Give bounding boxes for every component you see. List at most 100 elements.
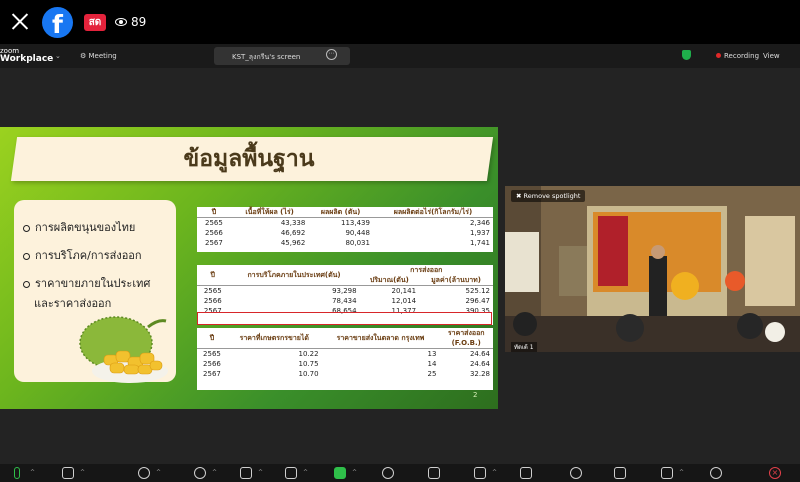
- bullet-continuation: และราคาส่งออก: [34, 297, 112, 310]
- microphone-icon[interactable]: [14, 467, 20, 479]
- table-cell: 2566: [205, 229, 223, 237]
- price-table: ปี ราคาที่เกษตรกรขายได้ ราคาขายส่งในตลาด…: [197, 328, 493, 390]
- bullet-icon: [23, 252, 30, 260]
- table-row: 2567 10.70 25 32.28: [197, 369, 493, 379]
- table-cell: 2567: [205, 239, 223, 247]
- table-cell: 43,338: [280, 219, 306, 227]
- remove-spotlight-button[interactable]: ✖ Remove spotlight: [511, 190, 586, 202]
- more-options-icon[interactable]: ⋯: [326, 49, 337, 60]
- chevron-up-icon[interactable]: ^: [258, 469, 263, 476]
- table-row: 2567 45,962 80,031 1,741: [197, 238, 493, 248]
- bullet-item: การบริโภค/การส่งออก: [23, 248, 142, 264]
- recording-label: Recording: [724, 52, 760, 60]
- meeting-menu[interactable]: ⚙ Meeting: [80, 52, 117, 60]
- zoom-brand: zoom Workplace: [0, 47, 54, 64]
- view-button[interactable]: View: [763, 52, 780, 60]
- chevron-up-icon[interactable]: ^: [156, 469, 161, 476]
- table-cell: 296.47: [465, 297, 491, 305]
- table-cell: 2,346: [469, 219, 490, 227]
- remove-spotlight-label: Remove spotlight: [523, 192, 581, 200]
- table-cell: 12,014: [391, 297, 417, 305]
- zoom-top-bar: zoom Workplace ⌄ ⚙ Meeting KST_ลุงกรีน's…: [0, 44, 800, 68]
- view-label: View: [763, 52, 780, 60]
- table-header: ราคาส่งออก: [447, 329, 485, 337]
- close-icon[interactable]: [11, 12, 29, 30]
- table-header: ปี: [197, 207, 231, 218]
- table-cell: 24.64: [469, 350, 490, 358]
- record-icon[interactable]: [570, 467, 582, 479]
- whiteboards-icon[interactable]: [520, 467, 532, 479]
- table-cell: 2566: [203, 360, 221, 368]
- table-cell: 10.22: [298, 350, 319, 358]
- table-header: ปี: [197, 265, 229, 286]
- chat-icon[interactable]: [194, 467, 206, 479]
- jackfruit-image: [79, 316, 168, 383]
- participant-name: ทัดเต้ 1: [511, 342, 537, 352]
- highlight-box: [197, 312, 492, 325]
- meeting-label: Meeting: [88, 52, 117, 60]
- table-header: ผลผลิต (ตัน): [308, 207, 373, 218]
- chevron-up-icon[interactable]: ^: [352, 469, 357, 476]
- bullet-text: การผลิตขนุนของไทย: [35, 221, 136, 234]
- facebook-logo-icon: f: [42, 7, 73, 38]
- raise-hand-icon[interactable]: [285, 467, 297, 479]
- bullet-text: ราคาขายภายในประเทศ: [35, 277, 151, 290]
- table-cell: 45,962: [280, 239, 306, 247]
- table-cell: 1,937: [469, 229, 490, 237]
- table-cell: 25: [427, 370, 437, 378]
- table-row: 2566 78,434 12,014 296.47: [197, 296, 493, 306]
- live-badge: สด: [84, 14, 106, 31]
- apps-icon[interactable]: [474, 467, 486, 479]
- chevron-up-icon[interactable]: ^: [212, 469, 217, 476]
- table-cell: 13: [427, 350, 437, 358]
- participants-icon[interactable]: [138, 467, 150, 479]
- bullet-text: การบริโภค/การส่งออก: [35, 249, 142, 262]
- security-icon[interactable]: [382, 467, 394, 479]
- video-camera-icon[interactable]: [62, 467, 74, 479]
- more-icon[interactable]: [710, 467, 722, 479]
- end-meeting-icon[interactable]: ×: [769, 467, 781, 479]
- screen-share-tab[interactable]: KST_ลุงกรีน's screen ⋯: [214, 47, 350, 65]
- table-cell: 2565: [203, 287, 222, 295]
- table-header: ปริมาณ(ตัน): [359, 275, 420, 286]
- shield-icon[interactable]: [682, 50, 691, 60]
- recording-indicator[interactable]: Recording: [716, 52, 759, 60]
- consumption-export-table: ปี การบริโภคภายในประเทศ(ตัน) การส่งออก ป…: [197, 265, 493, 325]
- table-cell: 93,298: [332, 287, 357, 295]
- ai-companion-icon[interactable]: [428, 467, 440, 479]
- viewer-count-value: 89: [131, 15, 147, 29]
- table-header: ราคาที่เกษตรกรขายได้: [226, 328, 322, 349]
- table-cell: 1,741: [469, 239, 490, 247]
- table-cell: 2565: [203, 350, 221, 358]
- speaker-video[interactable]: ✖ Remove spotlight ทัดเต้ 1: [505, 186, 800, 352]
- chevron-up-icon[interactable]: ^: [80, 469, 85, 476]
- table-header: ปี: [197, 328, 227, 349]
- summary-icon[interactable]: [614, 467, 626, 479]
- viewer-count: 89: [115, 14, 146, 31]
- table-cell: 20,141: [391, 287, 417, 295]
- table-header: (F.O.B.): [439, 338, 493, 349]
- slide-page-number: 2: [473, 391, 478, 399]
- table-cell: 113,439: [341, 219, 370, 227]
- table-header: การบริโภคภายในประเทศ(ตัน): [228, 265, 360, 286]
- table-cell: 2566: [203, 297, 222, 305]
- table-cell: 32.28: [469, 370, 490, 378]
- screen-share-tab-label: KST_ลุงกรีน's screen: [232, 53, 301, 61]
- table-header: ผลผลิตต่อไร่(กิโลกรัม/ไร่): [372, 207, 493, 218]
- chevron-up-icon[interactable]: ^: [303, 469, 308, 476]
- table-cell: 10.70: [298, 370, 319, 378]
- table-cell: 525.12: [465, 287, 491, 295]
- pin-icon: ✖: [516, 192, 522, 200]
- chevron-up-icon[interactable]: ^: [679, 469, 684, 476]
- chevron-up-icon[interactable]: ^: [30, 469, 35, 476]
- chevron-down-icon[interactable]: ⌄: [55, 52, 61, 60]
- reactions-icon[interactable]: [240, 467, 252, 479]
- table-cell: 24.64: [469, 360, 490, 368]
- captions-icon[interactable]: [661, 467, 673, 479]
- share-screen-icon[interactable]: [334, 467, 346, 479]
- chevron-up-icon[interactable]: ^: [492, 469, 497, 476]
- table-row: 2565 10.22 13 24.64: [197, 349, 493, 360]
- zoom-brand-bottom: Workplace: [0, 54, 54, 64]
- table-cell: 46,692: [280, 229, 306, 237]
- record-dot-icon: [716, 53, 721, 58]
